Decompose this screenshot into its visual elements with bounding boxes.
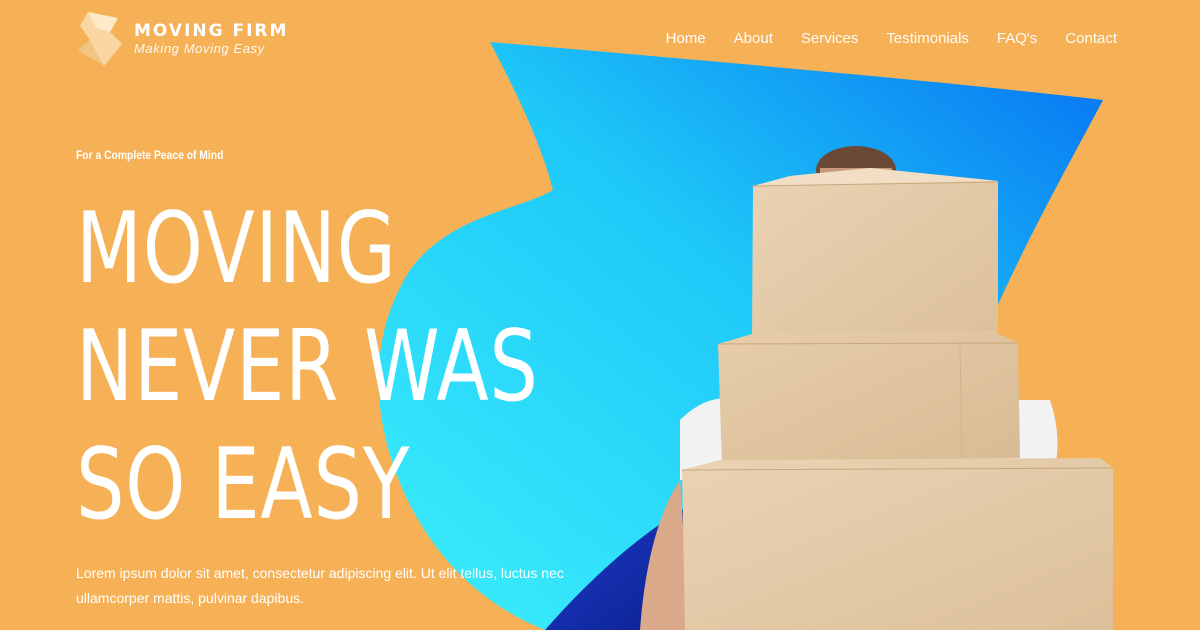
nav-home[interactable]: Home [666, 30, 706, 47]
brand-tagline: Making Moving Easy [134, 41, 265, 56]
hero-eyebrow: For a Complete Peace of Mind [76, 148, 224, 162]
headline-line-2: NEVER WAS [76, 310, 539, 424]
cardboard-box-bottom [681, 458, 1114, 630]
brand-logo[interactable]: MOVING FIRM Making Moving Easy [74, 10, 288, 68]
nav-contact[interactable]: Contact [1065, 30, 1117, 47]
nav-services[interactable]: Services [801, 30, 859, 47]
headline-line-1: MOVING [76, 192, 397, 306]
folded-ribbon-logo-icon [78, 12, 122, 66]
headline-line-3: SO EASY [76, 428, 411, 542]
cardboard-box-top [751, 168, 999, 340]
brand-name: MOVING FIRM [134, 21, 289, 41]
nav-faqs[interactable]: FAQ's [997, 30, 1037, 47]
main-navigation: Home About Services Testimonials FAQ's C… [638, 30, 1117, 47]
nav-testimonials[interactable]: Testimonials [886, 30, 969, 47]
nav-about[interactable]: About [734, 30, 773, 47]
hero-description: Lorem ipsum dolor sit amet, consectetur … [76, 565, 564, 606]
cardboard-box-middle [717, 330, 1020, 464]
hero-headline: MOVING NEVER WAS SO EASY [76, 190, 539, 544]
hero-page: MOVING FIRM Making Moving Easy Home Abou… [0, 0, 1200, 630]
